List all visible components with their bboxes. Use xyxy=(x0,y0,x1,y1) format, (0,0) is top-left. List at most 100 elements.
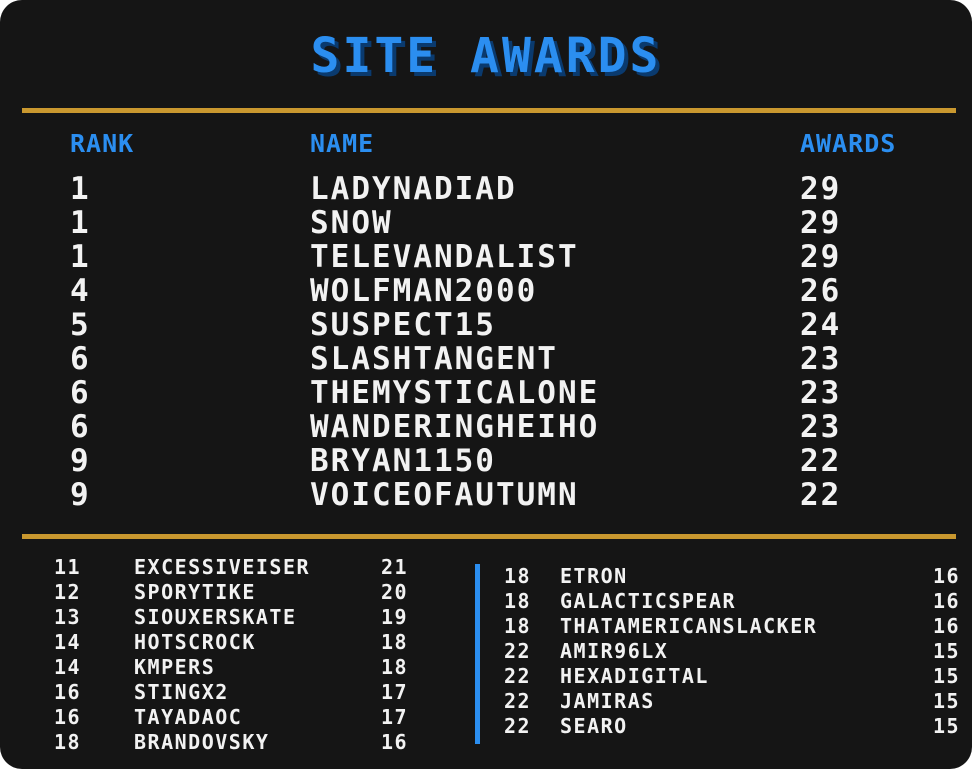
name-cell: THATAMERICANSLACKER xyxy=(560,614,818,638)
name-cell: SEARO xyxy=(560,714,628,738)
rank-cell: 1 xyxy=(70,171,91,207)
name-cell: WANDERINGHEIHO xyxy=(310,409,600,445)
rank-cell: 22 xyxy=(504,664,532,688)
rank-cell: 12 xyxy=(54,580,82,604)
awards-cell: 16 xyxy=(933,614,961,638)
name-cell: VOICEOFAUTUMN xyxy=(310,477,579,513)
awards-cell: 16 xyxy=(933,589,961,613)
list-item: 14 HOTSCROCK 18 xyxy=(0,630,440,655)
list-item: 18 ETRON 16 xyxy=(480,564,972,589)
name-cell: EXCESSIVEISER xyxy=(134,555,311,579)
awards-cell: 15 xyxy=(933,664,961,688)
rank-cell: 11 xyxy=(54,555,82,579)
leaderboard-row: 9 VOICEOFAUTUMN 22 xyxy=(0,478,972,512)
name-cell: TAYADAOC xyxy=(134,705,243,729)
name-cell: BRYAN1150 xyxy=(310,443,496,479)
name-cell: SNOW xyxy=(310,205,393,241)
awards-cell: 15 xyxy=(933,639,961,663)
rank-cell: 13 xyxy=(54,605,82,629)
rank-cell: 22 xyxy=(504,689,532,713)
name-cell: STINGX2 xyxy=(134,680,229,704)
list-item: 18 BRANDOVSKY 16 xyxy=(0,730,440,755)
name-cell: AMIR96LX xyxy=(560,639,669,663)
rank-cell: 18 xyxy=(504,564,532,588)
name-cell: JAMIRAS xyxy=(560,689,655,713)
rank-cell: 16 xyxy=(54,705,82,729)
top-ten-list: 1 LADYNADIAD 29 1 SNOW 29 1 TELEVANDALIS… xyxy=(0,172,972,512)
leaderboard-row: 6 WANDERINGHEIHO 23 xyxy=(0,410,972,444)
rank-cell: 22 xyxy=(504,714,532,738)
name-cell: WOLFMAN2000 xyxy=(310,273,538,309)
name-cell: SLASHTANGENT xyxy=(310,341,558,377)
rank-cell: 18 xyxy=(54,730,82,754)
awards-cell: 15 xyxy=(933,689,961,713)
awards-cell: 17 xyxy=(381,680,409,704)
list-item: 18 GALACTICSPEAR 16 xyxy=(480,589,972,614)
rank-cell: 9 xyxy=(70,443,91,479)
name-cell: LADYNADIAD xyxy=(310,171,517,207)
column-header-rank: RANK xyxy=(70,129,135,158)
awards-cell: 22 xyxy=(800,477,842,513)
awards-cell: 24 xyxy=(800,307,842,343)
rank-cell: 5 xyxy=(70,307,91,343)
list-item: 11 EXCESSIVEISER 21 xyxy=(0,555,440,580)
awards-cell: 16 xyxy=(381,730,409,754)
awards-cell: 29 xyxy=(800,205,842,241)
name-cell: GALACTICSPEAR xyxy=(560,589,737,613)
list-item: 16 TAYADAOC 17 xyxy=(0,705,440,730)
awards-cell: 22 xyxy=(800,443,842,479)
leaderboard-row: 6 SLASHTANGENT 23 xyxy=(0,342,972,376)
rank-cell: 22 xyxy=(504,639,532,663)
rank-cell: 14 xyxy=(54,630,82,654)
rank-cell: 18 xyxy=(504,614,532,638)
page-title: SITE AWARDS xyxy=(310,28,662,84)
name-cell: HOTSCROCK xyxy=(134,630,256,654)
leaderboard-row: 1 TELEVANDALIST 29 xyxy=(0,240,972,274)
awards-panel: SITE AWARDS RANK NAME AWARDS 1 LADYNADIA… xyxy=(0,0,972,769)
rank-cell: 1 xyxy=(70,239,91,275)
name-cell: HEXADIGITAL xyxy=(560,664,709,688)
name-cell: TELEVANDALIST xyxy=(310,239,579,275)
name-cell: SUSPECT15 xyxy=(310,307,496,343)
awards-cell: 29 xyxy=(800,171,842,207)
list-item: 14 KMPERS 18 xyxy=(0,655,440,680)
rank-cell: 4 xyxy=(70,273,91,309)
rank-cell: 6 xyxy=(70,409,91,445)
column-header-name: NAME xyxy=(310,129,375,158)
list-item: 22 HEXADIGITAL 15 xyxy=(480,664,972,689)
column-header-awards: AWARDS xyxy=(800,129,897,158)
awards-cell: 16 xyxy=(933,564,961,588)
awards-cell: 17 xyxy=(381,705,409,729)
awards-cell: 18 xyxy=(381,630,409,654)
rank-cell: 6 xyxy=(70,375,91,411)
list-item: 12 SPORYTIKE 20 xyxy=(0,580,440,605)
name-cell: SIOUXERSKATE xyxy=(134,605,297,629)
rank-cell: 6 xyxy=(70,341,91,377)
list-item: 18 THATAMERICANSLACKER 16 xyxy=(480,614,972,639)
awards-cell: 20 xyxy=(381,580,409,604)
name-cell: BRANDOVSKY xyxy=(134,730,270,754)
honorable-mentions-right: 18 ETRON 16 18 GALACTICSPEAR 16 18 THATA… xyxy=(480,564,972,739)
awards-cell: 26 xyxy=(800,273,842,309)
rank-cell: 16 xyxy=(54,680,82,704)
leaderboard-row: 6 THEMYSTICALONE 23 xyxy=(0,376,972,410)
name-cell: ETRON xyxy=(560,564,628,588)
list-item: 22 SEARO 15 xyxy=(480,714,972,739)
rank-cell: 1 xyxy=(70,205,91,241)
leaderboard-row: 9 BRYAN1150 22 xyxy=(0,444,972,478)
honorable-mentions-left: 11 EXCESSIVEISER 21 12 SPORYTIKE 20 13 S… xyxy=(0,555,440,755)
list-item: 22 AMIR96LX 15 xyxy=(480,639,972,664)
list-item: 13 SIOUXERSKATE 19 xyxy=(0,605,440,630)
awards-cell: 15 xyxy=(933,714,961,738)
rank-cell: 18 xyxy=(504,589,532,613)
rank-cell: 14 xyxy=(54,655,82,679)
list-item: 16 STINGX2 17 xyxy=(0,680,440,705)
awards-cell: 19 xyxy=(381,605,409,629)
rank-cell: 9 xyxy=(70,477,91,513)
name-cell: SPORYTIKE xyxy=(134,580,256,604)
awards-cell: 18 xyxy=(381,655,409,679)
name-cell: THEMYSTICALONE xyxy=(310,375,600,411)
awards-cell: 21 xyxy=(381,555,409,579)
leaderboard-row: 1 SNOW 29 xyxy=(0,206,972,240)
leaderboard-row: 4 WOLFMAN2000 26 xyxy=(0,274,972,308)
